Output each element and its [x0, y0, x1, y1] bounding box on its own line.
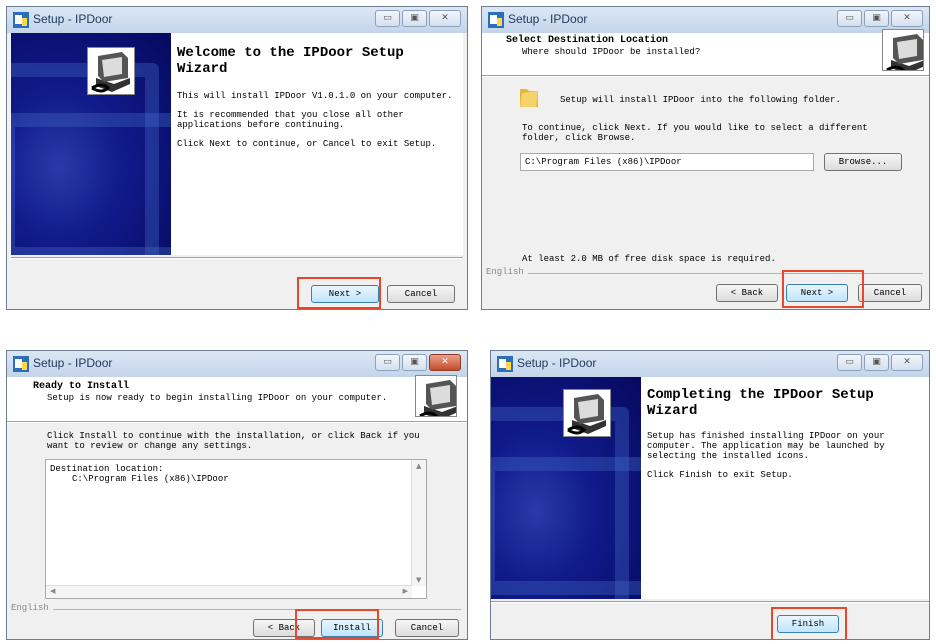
- setup-app-icon: [13, 12, 29, 28]
- maximize-icon[interactable]: ▣: [402, 10, 427, 27]
- memo-horizontal-scrollbar[interactable]: ◀ ▶: [46, 585, 412, 598]
- close-icon[interactable]: ✕: [891, 354, 923, 371]
- title-bar[interactable]: Setup - IPDoor ▭ ▣ ✕: [7, 351, 467, 377]
- wizard-sidebar-image: [491, 377, 641, 599]
- memo-vertical-scrollbar[interactable]: ▲ ▼: [411, 460, 426, 586]
- wizard-computer-icon: [415, 375, 457, 417]
- continue-instruction: To continue, click Next. If you would li…: [522, 123, 868, 143]
- page-header: Ready to Install Setup is now ready to b…: [7, 375, 467, 421]
- close-icon[interactable]: ✕: [891, 10, 923, 27]
- cancel-button[interactable]: Cancel: [387, 285, 455, 303]
- welcome-title: Welcome to the IPDoor Setup Wizard: [177, 45, 404, 77]
- next-button-highlight: [782, 270, 864, 308]
- brand-divider: [53, 609, 461, 610]
- maximize-icon[interactable]: ▣: [864, 354, 889, 371]
- install-path-field[interactable]: C:\Program Files (x86)\IPDoor: [520, 153, 814, 171]
- minimize-icon[interactable]: ▭: [837, 354, 862, 371]
- destination-path: C:\Program Files (x86)\IPDoor: [72, 474, 229, 484]
- wizard-computer-icon: [563, 389, 611, 437]
- cancel-button[interactable]: Cancel: [858, 284, 922, 302]
- welcome-paragraph-2: It is recommended that you close all oth…: [177, 110, 404, 130]
- finish-title: Completing the IPDoor Setup Wizard: [647, 387, 874, 419]
- maximize-icon[interactable]: ▣: [402, 354, 427, 371]
- destination-label: Destination location:: [50, 464, 164, 474]
- page-title: Select Destination Location: [506, 35, 669, 46]
- maximize-icon[interactable]: ▣: [864, 10, 889, 27]
- window-title: Setup - IPDoor: [33, 12, 113, 26]
- wizard-computer-icon: [882, 29, 924, 71]
- language-brand-label: English: [486, 267, 524, 277]
- page-subtitle: Setup is now ready to begin installing I…: [47, 393, 388, 403]
- finish-button-highlight: [771, 607, 847, 639]
- window-title: Setup - IPDoor: [33, 356, 113, 370]
- scroll-up-icon[interactable]: ▲: [416, 462, 421, 470]
- install-button-highlight: [295, 609, 379, 639]
- finish-paragraph-2: Click Finish to exit Setup.: [647, 470, 793, 480]
- scroll-down-icon[interactable]: ▼: [416, 576, 421, 584]
- title-bar[interactable]: Setup - IPDoor ▭ ▣ ✕: [7, 7, 467, 33]
- disk-space-note: At least 2.0 MB of free disk space is re…: [522, 254, 776, 264]
- setup-app-icon: [488, 12, 504, 28]
- destination-window: Setup - IPDoor ▭ ▣ ✕ Select Destination …: [481, 6, 930, 310]
- browse-button[interactable]: Browse...: [824, 153, 902, 171]
- install-instruction: Click Install to continue with the insta…: [47, 431, 420, 451]
- page-title: Ready to Install: [33, 381, 130, 392]
- next-button-highlight: [297, 277, 381, 309]
- scroll-right-icon[interactable]: ▶: [403, 587, 408, 595]
- finish-paragraph-1: Setup has finished installing IPDoor on …: [647, 431, 885, 461]
- title-bar[interactable]: Setup - IPDoor ▭ ▣ ✕: [482, 7, 929, 33]
- footer-divider: [11, 257, 463, 259]
- window-title: Setup - IPDoor: [508, 12, 588, 26]
- page-header: Select Destination Location Where should…: [482, 29, 929, 75]
- welcome-paragraph-3: Click Next to continue, or Cancel to exi…: [177, 139, 437, 149]
- wizard-sidebar-image: [11, 33, 171, 255]
- window-title: Setup - IPDoor: [517, 356, 597, 370]
- close-icon[interactable]: ✕: [429, 10, 461, 27]
- minimize-icon[interactable]: ▭: [375, 10, 400, 27]
- finish-panel: Completing the IPDoor Setup Wizard Setup…: [641, 377, 929, 599]
- folder-icon: [520, 89, 538, 107]
- scroll-left-icon[interactable]: ◀: [50, 587, 55, 595]
- close-icon[interactable]: ✕: [429, 354, 461, 371]
- title-bar[interactable]: Setup - IPDoor ▭ ▣ ✕: [491, 351, 929, 377]
- back-button[interactable]: < Back: [716, 284, 778, 302]
- summary-memo[interactable]: Destination location: C:\Program Files (…: [45, 459, 427, 599]
- cancel-button[interactable]: Cancel: [395, 619, 459, 637]
- page-subtitle: Where should IPDoor be installed?: [522, 47, 701, 57]
- footer-divider: [491, 601, 929, 603]
- minimize-icon[interactable]: ▭: [375, 354, 400, 371]
- setup-app-icon: [497, 356, 513, 372]
- header-divider: [7, 421, 467, 423]
- welcome-paragraph-1: This will install IPDoor V1.0.1.0 on you…: [177, 91, 453, 101]
- setup-app-icon: [13, 356, 29, 372]
- ready-window: Setup - IPDoor ▭ ▣ ✕ Ready to Install Se…: [6, 350, 468, 640]
- welcome-window: Setup - IPDoor ▭ ▣ ✕ Welcome to the IPDo…: [6, 6, 468, 310]
- wizard-computer-icon: [87, 47, 135, 95]
- install-folder-line: Setup will install IPDoor into the follo…: [560, 95, 841, 105]
- header-divider: [482, 75, 929, 77]
- minimize-icon[interactable]: ▭: [837, 10, 862, 27]
- welcome-panel: Welcome to the IPDoor Setup Wizard This …: [171, 33, 463, 255]
- language-brand-label: English: [11, 603, 49, 613]
- finish-window: Setup - IPDoor ▭ ▣ ✕ Completing the IPDo…: [490, 350, 930, 640]
